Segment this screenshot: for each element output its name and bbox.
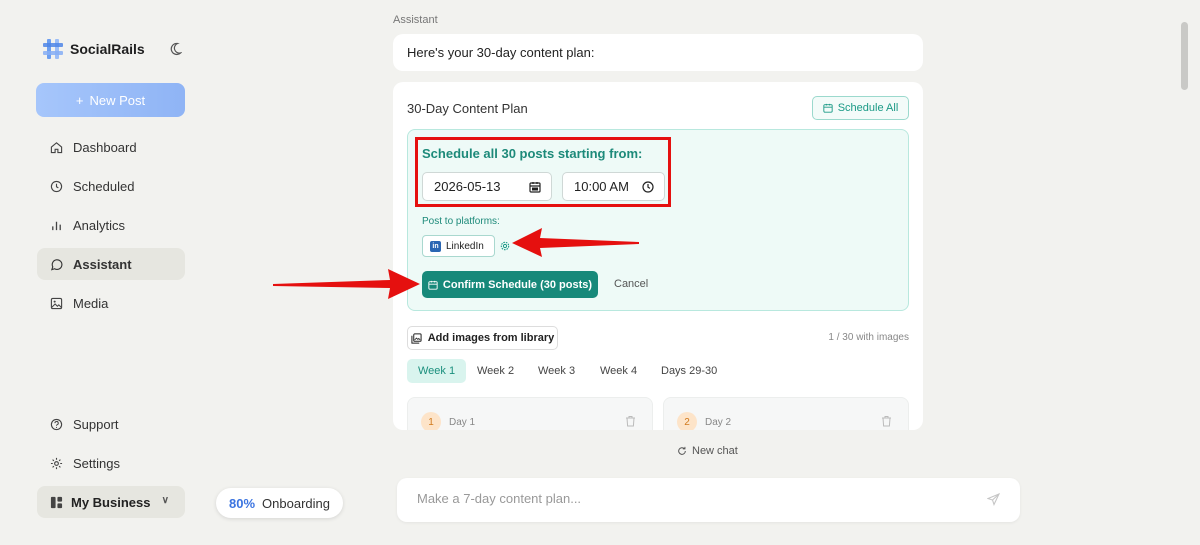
onboarding-pill[interactable]: 80% Onboarding	[216, 488, 343, 518]
sidebar-item-scheduled[interactable]: Scheduled	[37, 170, 185, 202]
add-images-button[interactable]: Add images from library	[407, 326, 558, 350]
trash-icon[interactable]	[881, 415, 892, 427]
new-post-button[interactable]: + New Post	[36, 83, 185, 117]
cancel-button[interactable]: Cancel	[614, 278, 648, 290]
sidebar-item-assistant[interactable]: Assistant	[37, 248, 185, 280]
linkedin-icon: in	[430, 240, 441, 252]
onboarding-label: Onboarding	[262, 495, 330, 511]
sidebar-item-dashboard[interactable]: Dashboard	[37, 131, 185, 163]
calendar-icon	[428, 280, 438, 290]
sidebar-item-media[interactable]: Media	[37, 287, 185, 319]
hashtag-logo-icon	[43, 39, 63, 59]
confirm-schedule-label: Confirm Schedule (30 posts)	[442, 278, 593, 291]
tab-week-2[interactable]: Week 2	[466, 359, 525, 383]
new-chat-label: New chat	[692, 445, 738, 457]
day-number-badge: 1	[421, 412, 441, 430]
clock-icon	[50, 180, 63, 192]
add-images-label: Add images from library	[427, 332, 555, 344]
tab-week-3[interactable]: Week 3	[527, 359, 586, 383]
moon-icon[interactable]	[168, 42, 182, 56]
onboarding-percent: 80%	[229, 495, 256, 511]
business-switcher[interactable]: My Business ∨	[37, 486, 185, 518]
page-scrollbar[interactable]	[1181, 22, 1188, 90]
platform-chip-linkedin[interactable]: in LinkedIn	[422, 235, 495, 257]
help-circle-icon	[50, 418, 63, 430]
layout-icon	[50, 496, 63, 508]
day-number-badge: 2	[677, 412, 697, 430]
sidebar-item-support[interactable]: Support	[37, 408, 185, 440]
day-label: Day 1	[449, 417, 476, 428]
tab-week-1[interactable]: Week 1	[407, 359, 467, 383]
sidebar-item-label: Settings	[73, 455, 120, 471]
confirm-schedule-button[interactable]: Confirm Schedule (30 posts)	[422, 271, 598, 298]
calendar-icon	[823, 103, 833, 113]
platform-name: LinkedIn	[446, 240, 484, 252]
day-label: Day 2	[705, 417, 732, 428]
new-post-label: New Post	[89, 92, 146, 108]
plus-icon: +	[75, 92, 84, 108]
sidebar-item-label: Dashboard	[73, 139, 137, 155]
business-name: My Business	[71, 494, 151, 510]
sidebar-item-label: Analytics	[73, 217, 126, 233]
images-icon	[411, 332, 422, 344]
platform-settings-gear-icon[interactable]	[500, 241, 510, 251]
schedule-all-button[interactable]: Schedule All	[812, 96, 909, 120]
annotation-highlight-box	[415, 137, 671, 207]
plan-title: 30-Day Content Plan	[407, 101, 528, 116]
platforms-label: Post to platforms:	[422, 216, 500, 227]
sidebar-item-label: Support	[73, 416, 119, 432]
chat-bubble-icon	[50, 258, 63, 270]
brand-name: SocialRails	[70, 41, 145, 57]
new-chat-button[interactable]: New chat	[677, 445, 738, 457]
tab-week-4[interactable]: Week 4	[589, 359, 648, 383]
trash-icon[interactable]	[625, 415, 636, 427]
assistant-label: Assistant	[393, 14, 438, 26]
refresh-icon	[678, 446, 686, 455]
chat-input[interactable]	[417, 491, 957, 506]
send-icon[interactable]	[987, 493, 1000, 506]
brand[interactable]: SocialRails	[42, 38, 145, 60]
sidebar-item-label: Media	[73, 295, 109, 311]
bar-chart-icon	[52, 221, 61, 230]
home-icon	[50, 141, 63, 153]
gear-icon	[50, 457, 63, 469]
tab-days-29-30[interactable]: Days 29-30	[650, 359, 728, 383]
day-card[interactable]: 1 Day 1	[407, 397, 653, 430]
chevron-down-icon: ∨	[161, 495, 169, 506]
image-icon	[50, 297, 63, 309]
assistant-message: Here's your 30-day content plan:	[393, 34, 923, 71]
images-count: 1 / 30 with images	[828, 332, 909, 343]
sidebar-item-analytics[interactable]: Analytics	[37, 209, 185, 241]
day-card[interactable]: 2 Day 2	[663, 397, 909, 430]
schedule-all-label: Schedule All	[837, 102, 899, 114]
sidebar-item-settings[interactable]: Settings	[37, 447, 185, 479]
sidebar: SocialRails + New Post Dashboard Schedul…	[0, 0, 210, 545]
content-plan-card: 30-Day Content Plan Schedule All Schedul…	[393, 82, 923, 430]
sidebar-item-label: Scheduled	[73, 178, 135, 194]
chat-input-container	[397, 478, 1020, 522]
sidebar-item-label: Assistant	[73, 256, 132, 272]
